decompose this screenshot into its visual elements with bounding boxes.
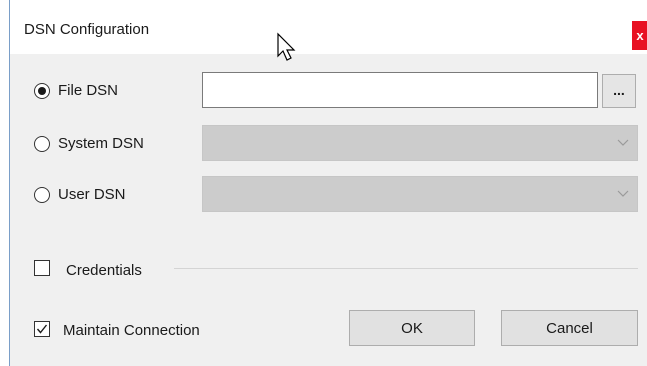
window-title: DSN Configuration — [24, 21, 150, 38]
radio-file-dsn[interactable]: File DSN — [34, 82, 118, 99]
chevron-down-icon — [617, 139, 629, 146]
mouse-pointer-icon — [277, 32, 296, 61]
radio-user-dsn[interactable]: User DSN — [34, 186, 126, 203]
radio-user-dsn-label: User DSN — [58, 186, 126, 203]
radio-file-dsn-label: File DSN — [58, 82, 119, 99]
browse-button[interactable]: ... — [602, 74, 636, 108]
close-button[interactable]: x — [632, 21, 647, 50]
radio-system-dsn-label: System DSN — [58, 135, 144, 152]
credentials-divider — [174, 268, 638, 269]
system-dsn-select[interactable] — [202, 125, 638, 161]
radio-system-dsn[interactable]: System DSN — [34, 135, 144, 152]
maintain-connection-checkbox[interactable] — [34, 321, 50, 337]
checkmark-icon — [36, 324, 48, 334]
ok-button[interactable]: OK — [349, 310, 475, 346]
maintain-connection-label: Maintain Connection — [63, 322, 200, 339]
title-bar: DSN Configuration x — [10, 0, 647, 54]
credentials-checkbox[interactable] — [34, 260, 50, 276]
radio-user-dsn-button[interactable] — [34, 186, 50, 203]
file-dsn-input[interactable] — [202, 72, 598, 108]
cancel-button[interactable]: Cancel — [501, 310, 638, 346]
chevron-down-icon — [617, 190, 629, 197]
radio-system-dsn-button[interactable] — [34, 135, 50, 152]
user-dsn-select[interactable] — [202, 176, 638, 212]
radio-file-dsn-button[interactable] — [34, 82, 50, 99]
dsn-configuration-dialog: DSN Configuration x File DSN ... System … — [9, 0, 647, 366]
credentials-label: Credentials — [66, 262, 142, 279]
